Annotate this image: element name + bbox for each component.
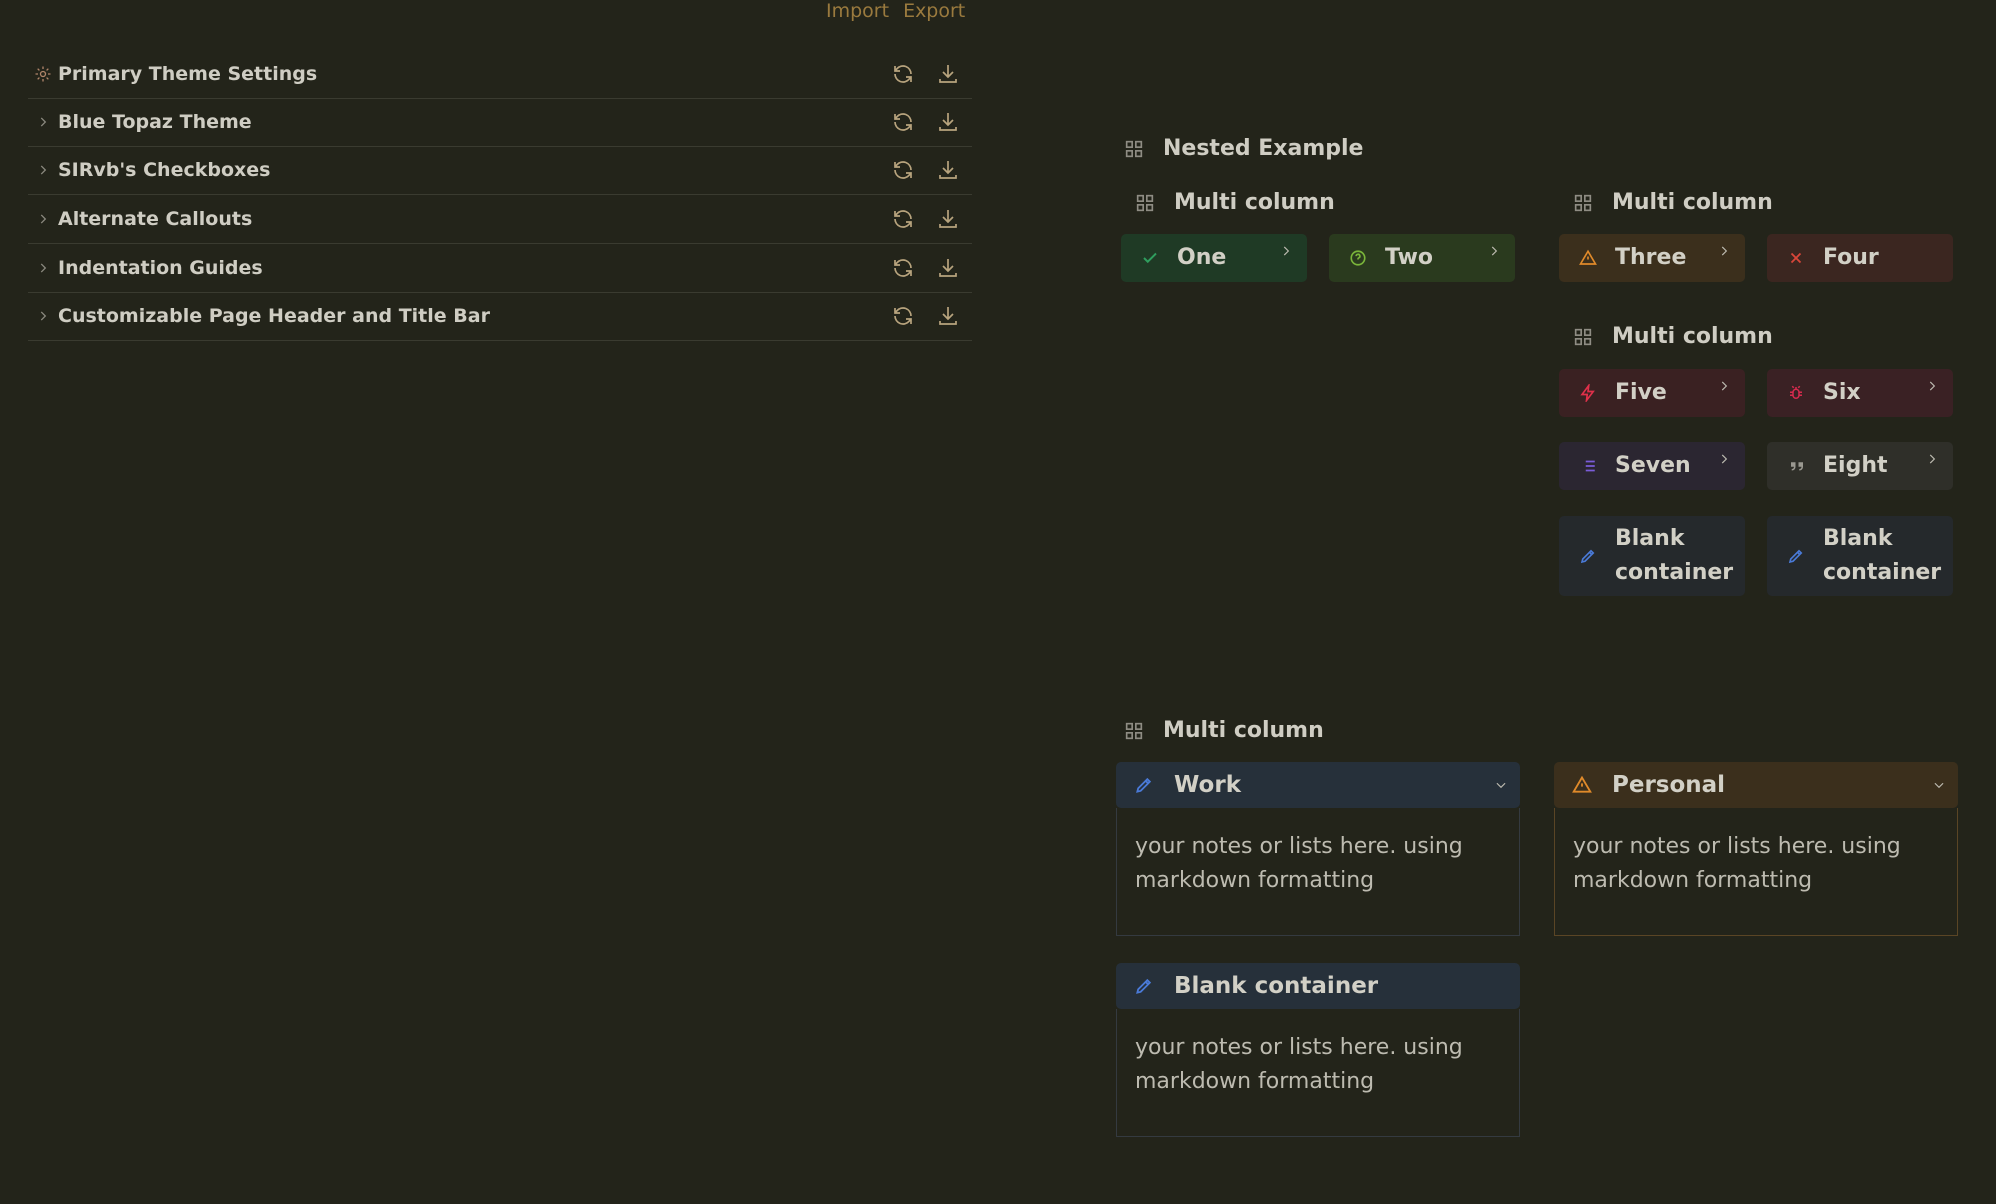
callout-one[interactable]: One bbox=[1121, 234, 1307, 282]
export-link[interactable]: Export bbox=[903, 0, 965, 22]
reset-icon[interactable] bbox=[887, 106, 919, 138]
chevron-right-icon bbox=[28, 98, 58, 146]
chevron-right-icon bbox=[28, 244, 58, 292]
settings-row-indentation-guides[interactable]: Indentation Guides bbox=[28, 244, 972, 293]
settings-row-label: SIRvb's Checkboxes bbox=[58, 159, 271, 181]
chevron-right-icon bbox=[1487, 244, 1501, 258]
reset-icon[interactable] bbox=[887, 300, 919, 332]
layout-grid-icon bbox=[1123, 720, 1145, 742]
callout-seven[interactable]: Seven bbox=[1559, 442, 1745, 490]
layout-grid-icon bbox=[1123, 138, 1145, 160]
palette-icon bbox=[28, 50, 58, 98]
pencil-icon bbox=[1787, 547, 1805, 565]
chevron-right-icon bbox=[1717, 244, 1731, 258]
chevron-right-icon bbox=[1925, 379, 1939, 393]
callout-personal-body: your notes or lists here. using markdown… bbox=[1554, 808, 1958, 936]
warning-triangle-icon bbox=[1572, 775, 1592, 795]
settings-row-label: Alternate Callouts bbox=[58, 208, 253, 230]
chevron-right-icon bbox=[1717, 379, 1731, 393]
chevron-right-icon bbox=[1925, 452, 1939, 466]
quote-icon bbox=[1787, 457, 1805, 475]
help-circle-icon bbox=[1349, 249, 1367, 267]
multi-column-title: Multi column bbox=[1123, 718, 1324, 743]
download-icon[interactable] bbox=[932, 154, 964, 186]
layout-grid-icon bbox=[1134, 192, 1156, 214]
callout-six[interactable]: Six bbox=[1767, 369, 1953, 417]
chevron-right-icon bbox=[28, 146, 58, 194]
pencil-icon bbox=[1134, 775, 1154, 795]
callout-three[interactable]: Three bbox=[1559, 234, 1745, 282]
reset-icon[interactable] bbox=[887, 252, 919, 284]
multi-column-title: Multi column bbox=[1572, 324, 1773, 349]
callout-five[interactable]: Five bbox=[1559, 369, 1745, 417]
pencil-icon bbox=[1134, 976, 1154, 996]
settings-row-label: Primary Theme Settings bbox=[58, 63, 318, 85]
chevron-right-icon bbox=[28, 292, 58, 340]
chevron-right-icon bbox=[1717, 452, 1731, 466]
settings-row-page-header[interactable]: Customizable Page Header and Title Bar bbox=[28, 292, 972, 341]
download-icon[interactable] bbox=[932, 252, 964, 284]
callout-work-header[interactable]: Work bbox=[1116, 762, 1520, 808]
callout-blank-body: your notes or lists here. using markdown… bbox=[1116, 1009, 1520, 1137]
close-icon bbox=[1787, 249, 1805, 267]
download-icon[interactable] bbox=[932, 203, 964, 235]
reset-icon[interactable] bbox=[887, 203, 919, 235]
settings-row-primary-theme[interactable]: Primary Theme Settings bbox=[28, 50, 972, 99]
lightning-icon bbox=[1579, 384, 1597, 402]
callout-two[interactable]: Two bbox=[1329, 234, 1515, 282]
layout-grid-icon bbox=[1572, 326, 1594, 348]
download-icon[interactable] bbox=[932, 106, 964, 138]
import-link[interactable]: Import bbox=[826, 0, 889, 22]
download-icon[interactable] bbox=[932, 58, 964, 90]
callout-personal: Personal your notes or lists here. using… bbox=[1554, 762, 1958, 936]
reset-icon[interactable] bbox=[887, 154, 919, 186]
callout-work-body: your notes or lists here. using markdown… bbox=[1116, 808, 1520, 936]
multi-column-title: Multi column bbox=[1134, 190, 1335, 215]
callout-personal-header[interactable]: Personal bbox=[1554, 762, 1958, 808]
callout-blank-header[interactable]: Blank container bbox=[1116, 963, 1520, 1009]
chevron-right-icon bbox=[28, 195, 58, 243]
callout-blank-container[interactable]: Blank container bbox=[1559, 516, 1745, 596]
reset-icon[interactable] bbox=[887, 58, 919, 90]
callout-blank-container-panel: Blank container your notes or lists here… bbox=[1116, 963, 1520, 1137]
callout-eight[interactable]: Eight bbox=[1767, 442, 1953, 490]
bug-icon bbox=[1787, 384, 1805, 402]
settings-row-blue-topaz[interactable]: Blue Topaz Theme bbox=[28, 98, 972, 147]
multi-column-title: Multi column bbox=[1572, 190, 1773, 215]
callout-work: Work your notes or lists here. using mar… bbox=[1116, 762, 1520, 936]
warning-triangle-icon bbox=[1579, 249, 1597, 267]
layout-grid-icon bbox=[1572, 192, 1594, 214]
callout-blank-container[interactable]: Blank container bbox=[1767, 516, 1953, 596]
settings-row-checkboxes[interactable]: SIRvb's Checkboxes bbox=[28, 146, 972, 195]
settings-row-alternate-callouts[interactable]: Alternate Callouts bbox=[28, 195, 972, 244]
chevron-right-icon bbox=[1279, 244, 1293, 258]
settings-row-label: Blue Topaz Theme bbox=[58, 111, 252, 133]
chevron-down-icon[interactable] bbox=[1494, 778, 1508, 792]
settings-row-label: Customizable Page Header and Title Bar bbox=[58, 305, 490, 327]
chevron-down-icon[interactable] bbox=[1932, 778, 1946, 792]
import-export-links: Import Export bbox=[826, 0, 965, 22]
download-icon[interactable] bbox=[932, 300, 964, 332]
callout-four[interactable]: Four bbox=[1767, 234, 1953, 282]
check-icon bbox=[1141, 249, 1159, 267]
settings-row-label: Indentation Guides bbox=[58, 257, 263, 279]
list-icon bbox=[1579, 457, 1597, 475]
pencil-icon bbox=[1579, 547, 1597, 565]
nested-example-title: Nested Example bbox=[1123, 136, 1363, 161]
